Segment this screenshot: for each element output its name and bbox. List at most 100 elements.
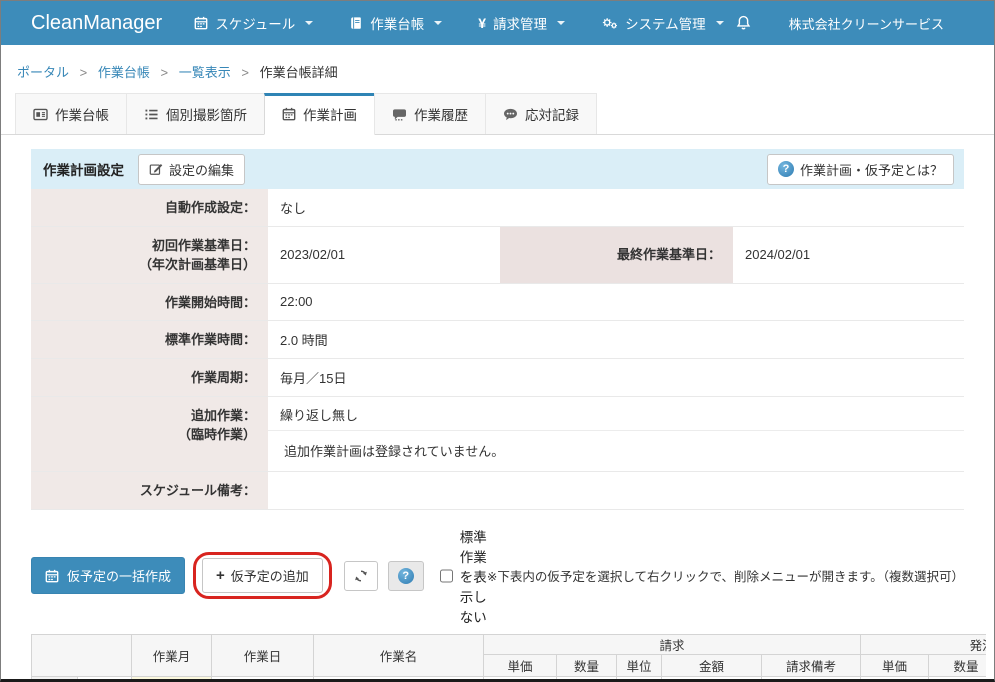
work-date-cell[interactable]: 2023/04/15 bbox=[212, 676, 314, 682]
history-comments-icon bbox=[392, 108, 407, 121]
form-row-standard-hours: 標準作業時間： 2.0 時間 bbox=[31, 321, 964, 359]
speech-bubble-icon bbox=[503, 108, 518, 121]
breadcrumb-link-portal[interactable]: ポータル bbox=[17, 65, 69, 80]
field-label: 自動作成設定： bbox=[31, 189, 268, 226]
field-label: 作業開始時間： bbox=[31, 284, 268, 321]
edit-pencil-icon bbox=[149, 162, 163, 176]
app-window: CleanManager スケジュール 作業台帳 ¥ 請求管理 bbox=[0, 0, 995, 682]
nav-menu-system[interactable]: システム管理 bbox=[601, 13, 724, 33]
form-row-base-dates: 初回作業基準日： （年次計画基準日） 2023/02/01 最終作業基準日： 2… bbox=[31, 227, 964, 284]
nav-menu-schedule[interactable]: スケジュール bbox=[194, 13, 313, 33]
breadcrumb-link-list-view[interactable]: 一覧表示 bbox=[179, 65, 231, 80]
qty-cell: 1 bbox=[557, 676, 617, 682]
breadcrumb-current: 作業台帳詳細 bbox=[260, 65, 338, 80]
field-label: 初回作業基準日： （年次計画基準日） bbox=[31, 227, 268, 283]
auto-create-value: なし bbox=[268, 189, 964, 226]
unit-price-cell: 30,000 bbox=[484, 676, 557, 682]
account-company-name[interactable]: 株式会社クリーンサービス bbox=[789, 14, 944, 33]
group-header-order: 発注 bbox=[861, 634, 986, 654]
calendar-icon bbox=[194, 16, 208, 30]
work-plan-settings-form: 自動作成設定： なし 初回作業基準日： （年次計画基準日） 2023/02/01… bbox=[31, 189, 964, 510]
col-header-unit: 単位 bbox=[617, 654, 662, 676]
main-menu: スケジュール 作業台帳 ¥ 請求管理 システム管理 bbox=[194, 13, 723, 33]
tab-work-ledger[interactable]: 作業台帳 bbox=[15, 93, 127, 134]
right-click-delete-note: ※下表内の仮予定を選択して右クリックで、削除メニューが開きます。（複数選択可） bbox=[487, 566, 964, 585]
field-label: 最終作業基準日： bbox=[500, 227, 733, 283]
question-circle-icon: ? bbox=[398, 568, 414, 584]
nav-menu-work-ledger[interactable]: 作業台帳 bbox=[349, 13, 442, 33]
bulk-create-tentative-button[interactable]: 仮予定の一括作成 bbox=[31, 557, 185, 594]
chevron-down-icon bbox=[305, 21, 313, 25]
question-circle-icon: ? bbox=[778, 161, 794, 177]
breadcrumb: ポータル > 作業台帳 > 一覧表示 > 作業台帳詳細 bbox=[1, 45, 994, 90]
hide-standard-work-checkbox[interactable]: 標準作業を表示しない bbox=[440, 526, 487, 626]
first-base-date-value: 2023/02/01 bbox=[268, 227, 500, 283]
chevron-down-icon bbox=[557, 21, 565, 25]
col-header-billing-note: 請求備考 bbox=[762, 654, 861, 676]
field-label: 追加作業： （臨時作業） bbox=[31, 397, 268, 471]
col-header-order-unit-price: 単価 bbox=[861, 654, 929, 676]
schedule-note-value bbox=[268, 472, 964, 509]
col-header-amount: 金額 bbox=[662, 654, 762, 676]
col-header-unit-price: 単価 bbox=[484, 654, 557, 676]
yen-icon: ¥ bbox=[478, 15, 486, 31]
additional-work-value: 繰り返し無し bbox=[268, 397, 964, 430]
group-header-billing: 請求 bbox=[484, 634, 861, 654]
tentative-schedule-table: 作業月 作業日 作業名 請求 発注 単価 数量 単位 金額 請求備考 単価 数量 bbox=[31, 634, 986, 682]
corner-header bbox=[32, 634, 132, 676]
what-is-work-plan-help-button[interactable]: ? 作業計画・仮予定とは？ bbox=[767, 154, 954, 185]
chevron-down-icon bbox=[434, 21, 442, 25]
brand-logo[interactable]: CleanManager bbox=[31, 12, 162, 35]
tab-work-plan[interactable]: 作業計画 bbox=[264, 93, 375, 135]
billing-note-cell bbox=[762, 676, 861, 682]
last-base-date-value: 2024/02/01 bbox=[733, 227, 964, 283]
tab-response-records[interactable]: 応対記録 bbox=[485, 93, 597, 134]
form-row-additional-work: 追加作業： （臨時作業） 繰り返し無し 追加作業計画は登録されていません。 bbox=[31, 397, 964, 472]
panel-title: 作業計画設定 bbox=[43, 159, 124, 179]
work-plan-settings-header: 作業計画設定 設定の編集 ? 作業計画・仮予定とは？ bbox=[31, 149, 964, 189]
plus-icon: + bbox=[216, 570, 225, 581]
breadcrumb-link-work-ledger[interactable]: 作業台帳 bbox=[98, 65, 150, 80]
standard-badge: 標準 bbox=[78, 676, 132, 682]
form-row-work-cycle: 作業周期： 毎月／15日 bbox=[31, 359, 964, 397]
tab-work-history[interactable]: 作業履歴 bbox=[374, 93, 486, 134]
col-header-order-qty: 数量 bbox=[929, 654, 986, 676]
tab-bar: 作業台帳 個別撮影箇所 作業計画 作業履歴 応対記録 bbox=[1, 93, 994, 135]
nav-menu-billing[interactable]: ¥ 請求管理 bbox=[478, 13, 565, 33]
form-row-schedule-note: スケジュール備考： bbox=[31, 472, 964, 510]
work-cycle-value: 毎月／15日 bbox=[268, 359, 964, 396]
tab-individual-photo-spots[interactable]: 個別撮影箇所 bbox=[126, 93, 265, 134]
col-header-month: 作業月 bbox=[132, 634, 212, 676]
work-month-cell[interactable] bbox=[132, 676, 212, 682]
book-icon bbox=[349, 16, 363, 30]
field-label: 作業周期： bbox=[31, 359, 268, 396]
form-row-auto-create: 自動作成設定： なし bbox=[31, 189, 964, 227]
gears-icon bbox=[601, 16, 618, 30]
amount-cell: 30,000 bbox=[662, 676, 762, 682]
col-header-qty: 数量 bbox=[557, 654, 617, 676]
chevron-down-icon bbox=[716, 21, 724, 25]
col-header-name: 作業名 bbox=[314, 634, 484, 676]
form-row-start-time: 作業開始時間： 22:00 bbox=[31, 284, 964, 322]
col-header-date: 作業日 bbox=[212, 634, 314, 676]
navbar-right: 株式会社クリーンサービス bbox=[736, 14, 994, 33]
help-button[interactable]: ? bbox=[388, 561, 424, 591]
order-unit-price-cell: 0 bbox=[861, 676, 929, 682]
row-number: 1 bbox=[32, 676, 78, 682]
page-content: 作業計画設定 設定の編集 ? 作業計画・仮予定とは？ 自動作成設定： なし bbox=[1, 149, 994, 682]
table-row[interactable]: 1 標準 2023/04/15 ホテルニューコタニ新宿フロア清掃 30,000 … bbox=[32, 676, 987, 682]
calendar-icon bbox=[282, 107, 296, 121]
calendar-icon bbox=[45, 569, 59, 583]
field-label: スケジュール備考： bbox=[31, 472, 268, 509]
card-icon bbox=[33, 108, 48, 121]
list-icon bbox=[144, 108, 159, 121]
hide-standard-work-checkbox-input[interactable] bbox=[440, 569, 453, 583]
table-group-header-row: 作業月 作業日 作業名 請求 発注 bbox=[32, 634, 987, 654]
add-tentative-button[interactable]: + 仮予定の追加 bbox=[202, 558, 323, 593]
order-qty-cell: 0 bbox=[929, 676, 986, 682]
refresh-button[interactable] bbox=[344, 561, 378, 591]
standard-hours-value: 2.0 時間 bbox=[268, 321, 964, 358]
edit-settings-button[interactable]: 設定の編集 bbox=[138, 154, 245, 185]
field-label: 標準作業時間： bbox=[31, 321, 268, 358]
notification-bell-icon[interactable] bbox=[736, 15, 751, 31]
